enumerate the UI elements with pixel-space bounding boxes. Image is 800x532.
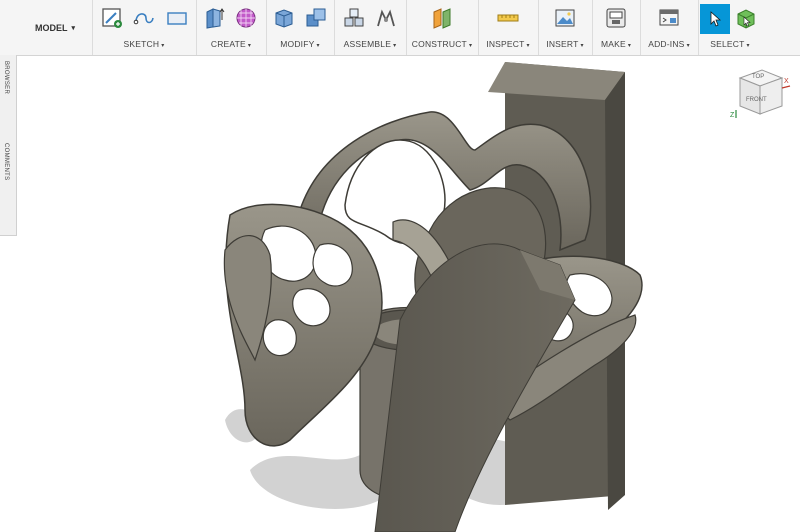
sketch-label: SKETCH (123, 39, 160, 49)
inspect-menu[interactable]: INSPECT ▾ (478, 39, 538, 49)
selection-filter-icon[interactable] (734, 6, 758, 30)
assemble-label: ASSEMBLE (343, 39, 392, 49)
addins-label: ADD-INS (648, 39, 685, 49)
construct-group: CONSTRUCT ▾ (406, 0, 479, 55)
caret-down-icon: ▾ (686, 43, 690, 49)
ring-left-petals (223, 203, 383, 447)
construct-menu[interactable]: CONSTRUCT ▾ (406, 39, 478, 49)
line-icon[interactable] (132, 6, 156, 30)
view-cube[interactable]: TOP FRONT X Z (728, 62, 792, 124)
browser-tab[interactable]: BROWSER (0, 61, 16, 121)
joint-icon[interactable] (374, 6, 398, 30)
new-component-icon[interactable] (342, 6, 366, 30)
create-label: CREATE (210, 39, 246, 49)
axis-x-label: X (784, 78, 789, 85)
measure-icon[interactable] (496, 6, 520, 30)
sketch-group: SKETCH ▾ (92, 0, 197, 55)
extrude-icon[interactable] (202, 6, 226, 30)
view-cube-front-label: FRONT (746, 97, 767, 103)
workspace-label: MODEL (34, 22, 68, 33)
make-label: MAKE (600, 39, 626, 49)
axis-z-label: Z (730, 112, 735, 119)
view-cube-top-label: TOP (752, 74, 765, 80)
cursor-arrow-icon (710, 11, 722, 27)
select-tool-button[interactable] (700, 4, 730, 34)
caret-down-icon: ▾ (161, 43, 165, 49)
comments-tab-label: COMMENTS (3, 143, 9, 181)
insert-image-icon[interactable] (553, 6, 577, 30)
modify-label: MODIFY (280, 39, 315, 49)
create-menu[interactable]: CREATE ▾ (196, 39, 266, 49)
form-icon[interactable] (234, 6, 258, 30)
scripts-addins-icon[interactable] (657, 6, 681, 30)
browser-tab-label: BROWSER (3, 61, 9, 95)
sketch-menu[interactable]: SKETCH ▾ (92, 39, 196, 49)
model-render (223, 62, 643, 532)
toolbar: MODEL ▾ SKETCH ▾ CREATE ▾ MODIFY ▾ ASSEM… (0, 0, 800, 56)
caret-down-icon: ▾ (746, 43, 750, 49)
inspect-label: INSPECT (486, 39, 525, 49)
offset-plane-icon[interactable] (430, 6, 454, 30)
insert-menu[interactable]: INSERT ▾ (538, 39, 592, 49)
caret-down-icon: ▾ (247, 43, 252, 49)
inspect-group: INSPECT ▾ (478, 0, 539, 55)
insert-group: INSERT ▾ (538, 0, 593, 55)
make-menu[interactable]: MAKE ▾ (592, 39, 640, 49)
caret-down-icon: ▾ (316, 43, 320, 49)
press-pull-icon[interactable] (272, 6, 296, 30)
caret-down-icon: ▾ (468, 43, 473, 49)
addins-group: ADD-INS ▾ (640, 0, 699, 55)
insert-label: INSERT (546, 39, 579, 49)
select-group: SELECT ▾ (698, 0, 762, 55)
canvas-viewport[interactable] (17, 56, 800, 532)
comments-tab[interactable]: COMMENTS (0, 143, 16, 213)
caret-down-icon: ▾ (526, 43, 530, 49)
assemble-group: ASSEMBLE ▾ (334, 0, 407, 55)
modify-menu[interactable]: MODIFY ▾ (266, 39, 334, 49)
caret-down-icon: ▾ (393, 43, 397, 49)
rectangle-icon[interactable] (165, 6, 189, 30)
select-menu[interactable]: SELECT ▾ (698, 39, 762, 49)
assemble-menu[interactable]: ASSEMBLE ▾ (334, 39, 406, 49)
construct-label: CONSTRUCT (411, 39, 467, 49)
addins-menu[interactable]: ADD-INS ▾ (640, 39, 698, 49)
combine-icon[interactable] (304, 6, 328, 30)
make-group: MAKE ▾ (592, 0, 641, 55)
create-sketch-icon[interactable] (100, 6, 124, 30)
select-label: SELECT (710, 39, 745, 49)
caret-down-icon: ▾ (580, 43, 584, 49)
caret-down-icon: ▾ (71, 24, 75, 32)
workspace-switcher[interactable]: MODEL ▾ (18, 0, 93, 55)
caret-down-icon: ▾ (627, 43, 632, 49)
side-panel: BROWSER COMMENTS (0, 55, 17, 236)
create-group: CREATE ▾ (196, 0, 267, 55)
3d-print-icon[interactable] (604, 6, 628, 30)
modify-group: MODIFY ▾ (266, 0, 335, 55)
view-cube-graphic (735, 69, 791, 118)
